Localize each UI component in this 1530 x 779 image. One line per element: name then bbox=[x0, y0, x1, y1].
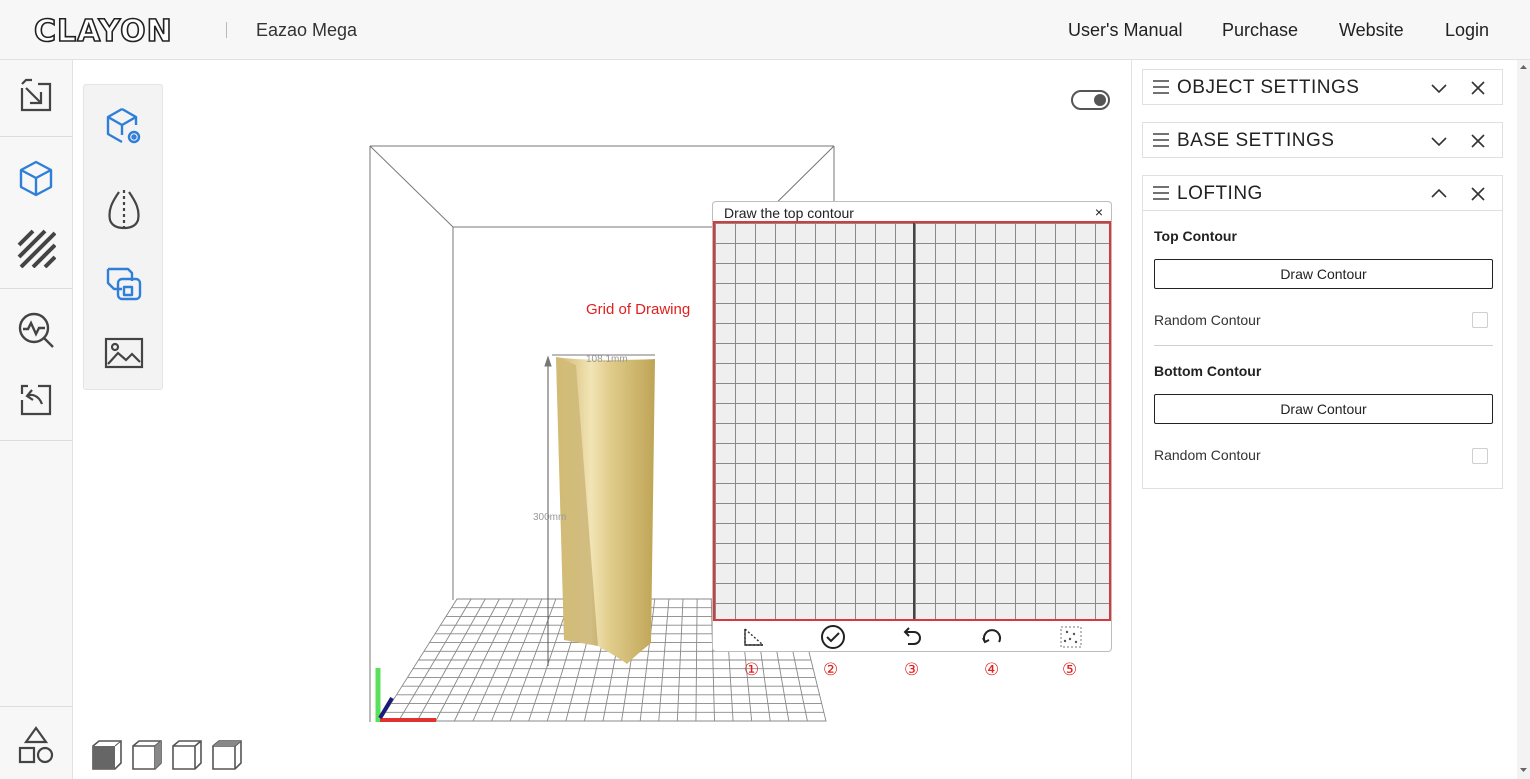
website-link[interactable]: Website bbox=[1339, 20, 1404, 41]
lofting-body: Top Contour Draw Contour Random Contour … bbox=[1142, 211, 1503, 489]
confirm-check-icon[interactable] bbox=[819, 624, 847, 650]
undo-icon[interactable] bbox=[898, 624, 926, 650]
step-number-4: ④ bbox=[984, 660, 1000, 680]
center-axis-line bbox=[913, 223, 915, 619]
bottom-random-contour-label: Random Contour bbox=[1154, 447, 1261, 463]
grid-of-drawing-annotation: Grid of Drawing bbox=[586, 301, 691, 318]
lofting-header[interactable]: LOFTING bbox=[1142, 175, 1503, 211]
chevron-up-icon[interactable] bbox=[1430, 186, 1448, 202]
chevron-down-icon[interactable] bbox=[1430, 133, 1448, 149]
top-view-icon[interactable] bbox=[210, 738, 244, 772]
base-settings-header[interactable]: BASE SETTINGS bbox=[1142, 122, 1503, 158]
top-random-contour-checkbox[interactable] bbox=[1472, 312, 1488, 328]
top-random-contour-label: Random Contour bbox=[1154, 312, 1261, 328]
base-settings-title: BASE SETTINGS bbox=[1177, 130, 1335, 151]
reset-icon[interactable] bbox=[978, 624, 1006, 650]
view-toggle-switch[interactable] bbox=[1071, 90, 1110, 110]
close-icon[interactable] bbox=[1470, 133, 1486, 149]
drag-handle-icon[interactable] bbox=[1153, 186, 1169, 200]
divider bbox=[1154, 345, 1493, 346]
dialog-title: Draw the top contour bbox=[724, 205, 854, 221]
step-number-2: ② bbox=[823, 660, 839, 680]
object-settings-title: OBJECT SETTINGS bbox=[1177, 77, 1360, 98]
drag-handle-icon[interactable] bbox=[1153, 80, 1169, 94]
lofting-title: LOFTING bbox=[1177, 183, 1263, 204]
chevron-down-icon[interactable] bbox=[1430, 80, 1448, 96]
draw-contour-dialog: Draw the top contour × ① ② ③ ④ ⑤ bbox=[712, 201, 1112, 680]
bottom-contour-heading: Bottom Contour bbox=[1154, 363, 1262, 379]
draw-polyline-icon[interactable] bbox=[740, 624, 768, 650]
object-settings-header[interactable]: OBJECT SETTINGS bbox=[1142, 69, 1503, 105]
purchase-link[interactable]: Purchase bbox=[1222, 20, 1298, 41]
front-view-icon[interactable] bbox=[90, 738, 124, 772]
panel-scrollbar[interactable] bbox=[1517, 60, 1530, 779]
draw-bottom-contour-button[interactable]: Draw Contour bbox=[1154, 394, 1493, 424]
close-icon[interactable]: × bbox=[1095, 204, 1103, 220]
vase-model bbox=[556, 357, 655, 664]
drawing-grid[interactable] bbox=[713, 221, 1111, 621]
iso-view-icon[interactable] bbox=[170, 738, 204, 772]
side-view-icon[interactable] bbox=[130, 738, 164, 772]
draw-top-contour-button[interactable]: Draw Contour bbox=[1154, 259, 1493, 289]
step-number-5: ⑤ bbox=[1062, 660, 1078, 680]
dim-width-label: 108.1mm bbox=[586, 354, 628, 365]
bottom-random-contour-checkbox[interactable] bbox=[1472, 448, 1488, 464]
login-link[interactable]: Login bbox=[1445, 20, 1489, 41]
close-icon[interactable] bbox=[1470, 80, 1486, 96]
step-number-3: ③ bbox=[904, 660, 920, 680]
drag-handle-icon[interactable] bbox=[1153, 133, 1169, 147]
step-number-1: ① bbox=[744, 660, 760, 680]
random-points-icon[interactable] bbox=[1057, 624, 1085, 650]
view-buttons bbox=[90, 738, 244, 772]
top-contour-heading: Top Contour bbox=[1154, 228, 1237, 244]
close-icon[interactable] bbox=[1470, 186, 1486, 202]
dim-height-label: 300mm bbox=[533, 512, 566, 523]
